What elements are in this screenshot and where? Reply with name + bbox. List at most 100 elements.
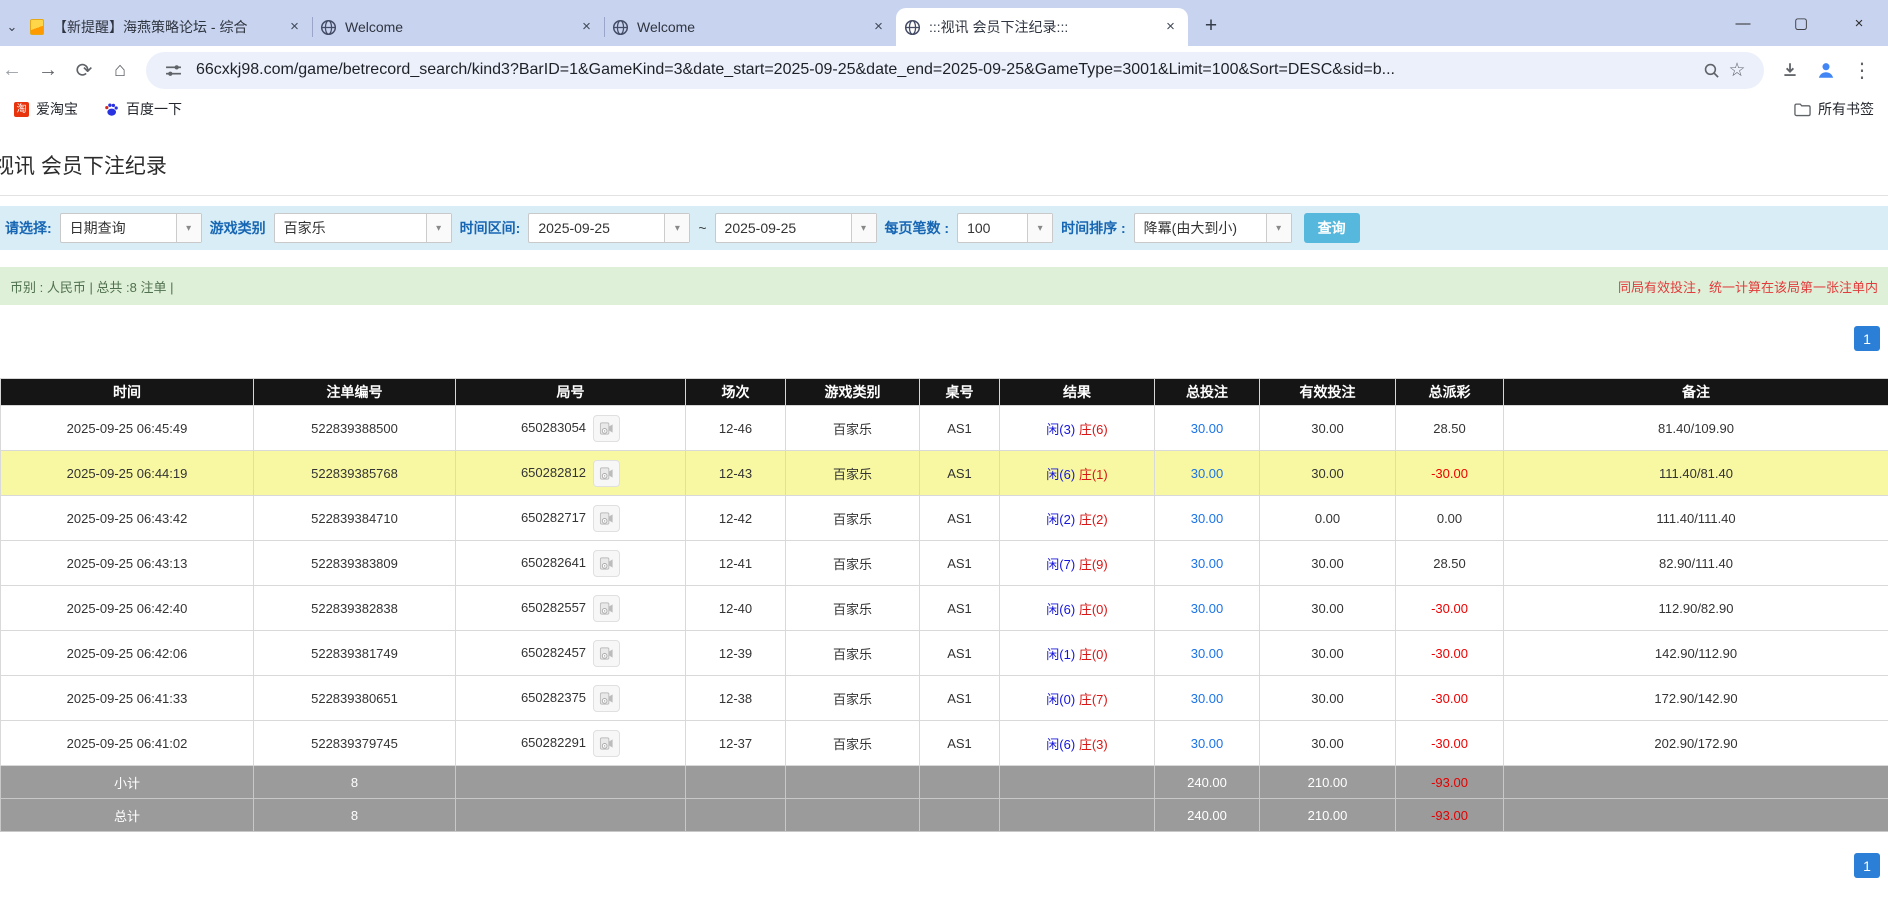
cell-valid-bet: 30.00 bbox=[1260, 541, 1396, 586]
summary-total-bet: 240.00 bbox=[1155, 766, 1260, 799]
summary-valid-bet: 210.00 bbox=[1260, 766, 1396, 799]
chevron-down-icon[interactable]: ▾ bbox=[426, 214, 451, 242]
video-replay-icon[interactable] bbox=[593, 640, 620, 667]
globe-favicon-icon bbox=[612, 19, 629, 36]
address-bar[interactable]: 66cxkj98.com/game/betrecord_search/kind3… bbox=[146, 52, 1764, 89]
video-replay-icon[interactable] bbox=[593, 550, 620, 577]
page-1-button[interactable]: 1 bbox=[1854, 326, 1880, 351]
cell-bet-id: 522839385768 bbox=[254, 451, 456, 496]
bookmark-star-icon[interactable]: ☆ bbox=[1724, 57, 1750, 83]
cell-game-type: 百家乐 bbox=[786, 451, 920, 496]
cell-bet-id: 522839379745 bbox=[254, 721, 456, 766]
cell-payout: 28.50 bbox=[1396, 541, 1504, 586]
cell-time: 2025-09-25 06:43:13 bbox=[1, 541, 254, 586]
cell-session: 12-38 bbox=[686, 676, 786, 721]
date-end-dropdown[interactable]: 2025-09-25 ▾ bbox=[715, 213, 877, 243]
round-number: 650283054 bbox=[521, 419, 586, 434]
cell-valid-bet: 30.00 bbox=[1260, 631, 1396, 676]
total-bet-link[interactable]: 30.00 bbox=[1191, 691, 1224, 706]
cell-session: 12-42 bbox=[686, 496, 786, 541]
browser-tab-3[interactable]: Welcome × bbox=[604, 8, 896, 46]
video-replay-icon[interactable] bbox=[593, 595, 620, 622]
total-bet-link[interactable]: 30.00 bbox=[1191, 601, 1224, 616]
round-number: 650282557 bbox=[521, 599, 586, 614]
browser-tab-1[interactable]: 【新提醒】海燕策略论坛 - 综合× bbox=[20, 8, 312, 46]
chevron-down-icon[interactable]: ▾ bbox=[851, 214, 876, 242]
window-maximize-button[interactable]: ▢ bbox=[1772, 0, 1830, 46]
page-1-button[interactable]: 1 bbox=[1854, 853, 1880, 878]
all-bookmarks-button[interactable]: 所有书签 bbox=[1794, 99, 1874, 119]
video-replay-icon[interactable] bbox=[593, 415, 620, 442]
filter-bar: 请选择: 日期查询 ▾ 游戏类别 百家乐 ▾ 时间区间: 2025-09-25 … bbox=[0, 206, 1888, 250]
cell-table-no: AS1 bbox=[920, 406, 1000, 451]
tab-search-chevron-icon[interactable]: ⌄ bbox=[4, 12, 20, 42]
cell-session: 12-46 bbox=[686, 406, 786, 451]
menu-icon[interactable]: ⋮ bbox=[1844, 52, 1880, 88]
chevron-down-icon[interactable]: ▾ bbox=[176, 214, 201, 242]
window-minimize-button[interactable]: — bbox=[1714, 0, 1772, 46]
player-result: 闲(1) bbox=[1046, 647, 1075, 662]
cell-session: 12-40 bbox=[686, 586, 786, 631]
pagination-bottom: 1 bbox=[0, 853, 1888, 878]
home-icon[interactable]: ⌂ bbox=[102, 52, 138, 88]
chevron-down-icon[interactable]: ▾ bbox=[1266, 214, 1291, 242]
tab-close-icon[interactable]: × bbox=[285, 18, 304, 37]
search-button[interactable]: 查询 bbox=[1304, 213, 1360, 243]
banker-result: 庄(9) bbox=[1079, 557, 1108, 572]
forward-icon[interactable]: → bbox=[30, 52, 66, 88]
cell-game-type: 百家乐 bbox=[786, 631, 920, 676]
summary-payout: -93.00 bbox=[1396, 766, 1504, 799]
download-icon[interactable] bbox=[1772, 52, 1808, 88]
video-replay-icon[interactable] bbox=[593, 730, 620, 757]
url-text[interactable]: 66cxkj98.com/game/betrecord_search/kind3… bbox=[196, 61, 1698, 79]
date-start-dropdown[interactable]: 2025-09-25 ▾ bbox=[528, 213, 690, 243]
cell-valid-bet: 30.00 bbox=[1260, 676, 1396, 721]
round-number: 650282641 bbox=[521, 554, 586, 569]
browser-tab-2[interactable]: Welcome× bbox=[312, 8, 604, 46]
total-bet-link[interactable]: 30.00 bbox=[1191, 556, 1224, 571]
window-close-button[interactable]: × bbox=[1830, 0, 1888, 46]
tab-close-icon[interactable]: × bbox=[1161, 18, 1180, 37]
cell-valid-bet: 30.00 bbox=[1260, 406, 1396, 451]
sort-dropdown[interactable]: 降冪(由大到小) ▾ bbox=[1134, 213, 1292, 243]
total-bet-link[interactable]: 30.00 bbox=[1191, 511, 1224, 526]
video-replay-icon[interactable] bbox=[593, 460, 620, 487]
game-type-dropdown[interactable]: 百家乐 ▾ bbox=[274, 213, 452, 243]
bookmark-label: 百度一下 bbox=[126, 99, 182, 119]
profile-icon[interactable] bbox=[1808, 52, 1844, 88]
cell-total-bet: 30.00 bbox=[1155, 496, 1260, 541]
total-bet-link[interactable]: 30.00 bbox=[1191, 646, 1224, 661]
select-type-dropdown[interactable]: 日期查询 ▾ bbox=[60, 213, 202, 243]
cell-time: 2025-09-25 06:42:06 bbox=[1, 631, 254, 676]
per-page-dropdown[interactable]: 100 ▾ bbox=[957, 213, 1053, 243]
bookmark-item-2[interactable]: 百度一下 bbox=[104, 99, 182, 119]
banker-result: 庄(3) bbox=[1079, 737, 1108, 752]
browser-tab-4[interactable]: :::视讯 会员下注纪录:::× bbox=[896, 8, 1188, 46]
chevron-down-icon[interactable]: ▾ bbox=[1027, 214, 1052, 242]
table-row: 2025-09-25 06:42:40522839382838650282557… bbox=[1, 586, 1888, 631]
cell-remark: 142.90/112.90 bbox=[1504, 631, 1888, 676]
column-header: 有效投注 bbox=[1260, 379, 1396, 406]
tab-title: Welcome bbox=[637, 19, 861, 35]
chevron-down-icon[interactable]: ▾ bbox=[664, 214, 689, 242]
tab-close-icon[interactable]: × bbox=[577, 18, 596, 37]
cell-total-bet: 30.00 bbox=[1155, 406, 1260, 451]
new-tab-button[interactable]: + bbox=[1196, 11, 1226, 41]
bookmark-item-1[interactable]: 淘爱淘宝 bbox=[14, 99, 78, 119]
total-bet-link[interactable]: 30.00 bbox=[1191, 466, 1224, 481]
cell-bet-id: 522839382838 bbox=[254, 586, 456, 631]
reload-icon[interactable]: ⟳ bbox=[66, 52, 102, 88]
summary-empty-cell bbox=[786, 799, 920, 832]
zoom-icon[interactable] bbox=[1698, 57, 1724, 83]
video-replay-icon[interactable] bbox=[593, 505, 620, 532]
video-replay-icon[interactable] bbox=[593, 685, 620, 712]
cell-total-bet: 30.00 bbox=[1155, 541, 1260, 586]
tab-close-icon[interactable]: × bbox=[869, 18, 888, 37]
bookmarks-bar: 淘爱淘宝 百度一下 所有书签 bbox=[0, 94, 1888, 124]
total-bet-link[interactable]: 30.00 bbox=[1191, 421, 1224, 436]
browser-toolbar: ← → ⟳ ⌂ 66cxkj98.com/game/betrecord_sear… bbox=[0, 46, 1888, 94]
site-settings-icon[interactable] bbox=[160, 57, 186, 83]
back-icon[interactable]: ← bbox=[0, 52, 30, 88]
cell-session: 12-43 bbox=[686, 451, 786, 496]
total-bet-link[interactable]: 30.00 bbox=[1191, 736, 1224, 751]
